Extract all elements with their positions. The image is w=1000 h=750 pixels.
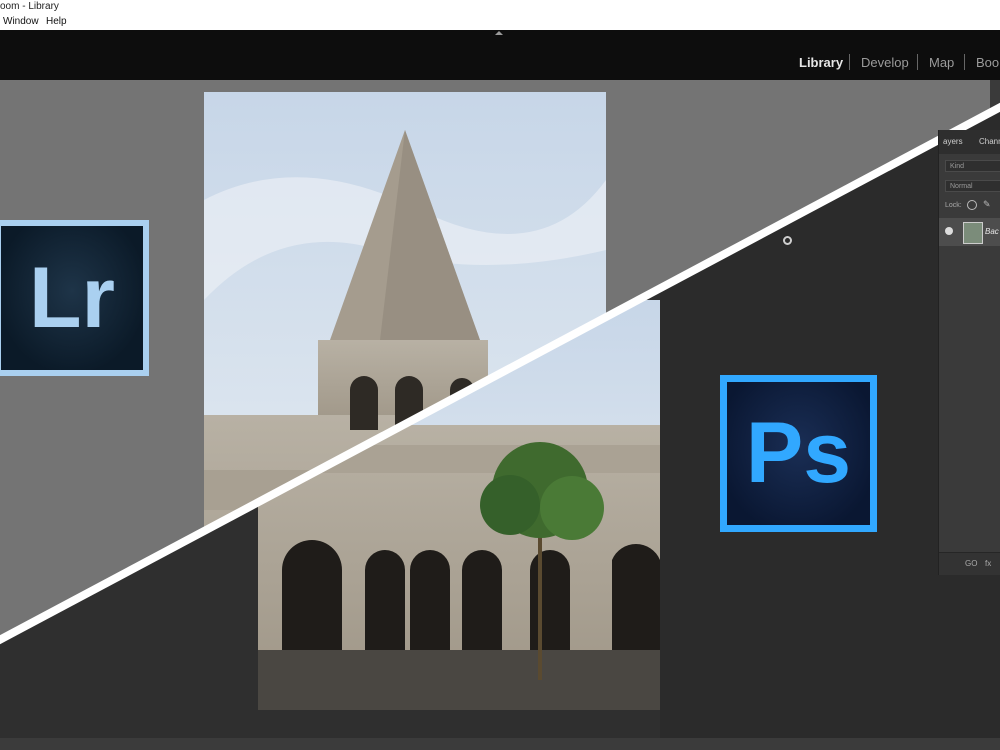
module-library[interactable]: Library [799, 55, 843, 70]
blend-mode-select[interactable]: Normal [945, 180, 1000, 192]
eye-icon[interactable] [945, 227, 953, 235]
layers-panel-tabs: ayers Chann [939, 130, 1000, 154]
lightroom-logo: Lr [0, 220, 149, 376]
lock-brush-icon[interactable]: ✎ [983, 199, 991, 210]
layer-filter-kind[interactable]: Kind [945, 160, 1000, 172]
window-title-bar: oom - Library [0, 0, 1000, 14]
fx-button[interactable]: fx [985, 559, 991, 568]
filmstrip-bar [0, 738, 1000, 750]
cursor-icon [783, 236, 792, 245]
lock-pixels-icon[interactable] [967, 200, 977, 210]
module-separator [849, 54, 850, 70]
layer-thumbnail [963, 222, 983, 244]
lock-label: Lock: [945, 202, 962, 209]
collapse-panel-icon[interactable] [495, 31, 503, 35]
menu-help[interactable]: Help [46, 14, 67, 30]
module-separator [964, 54, 965, 70]
layers-panel-footer: GO fx [939, 552, 1000, 575]
module-develop[interactable]: Develop [861, 55, 909, 70]
link-layers-button[interactable]: GO [965, 559, 977, 568]
layer-name: Bac [985, 227, 999, 236]
photoshop-logo: Ps [720, 375, 877, 532]
tab-channels[interactable]: Chann [979, 137, 1000, 146]
module-separator [917, 54, 918, 70]
module-book[interactable]: Boo [976, 55, 999, 70]
tab-layers[interactable]: ayers [943, 137, 963, 146]
window-title: oom - Library [0, 1, 59, 12]
menu-bar: Window Help [0, 14, 1000, 30]
module-picker-bar [0, 30, 1000, 80]
layers-panel: ayers Chann Kind Normal Lock: ✎ Bac GO f… [938, 130, 1000, 575]
module-map[interactable]: Map [929, 55, 954, 70]
layer-row-background[interactable]: Bac [939, 218, 1000, 246]
menu-window[interactable]: Window [3, 14, 39, 30]
